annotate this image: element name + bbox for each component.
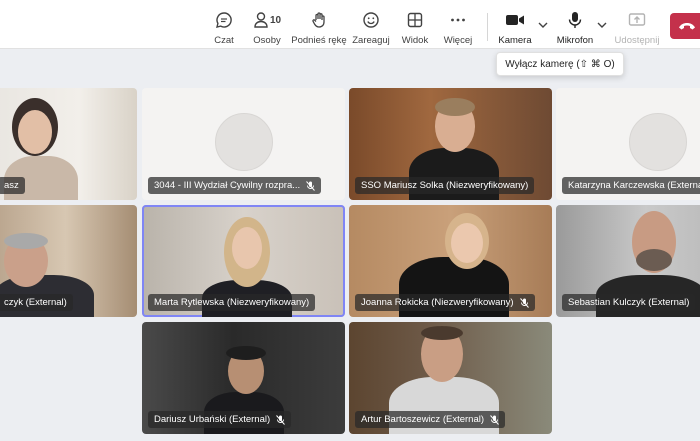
- participant-name: asz: [4, 180, 19, 191]
- video-tile[interactable]: Marta Rytlewska (Niezweryfikowany): [142, 205, 345, 317]
- leave-call-button[interactable]: [670, 13, 700, 39]
- video-tile[interactable]: Sebastian Kulczyk (External): [556, 205, 700, 317]
- participant-name-tag: 3044 - III Wydział Cywilny rozpra...: [148, 177, 322, 194]
- chat-label: Czat: [214, 35, 234, 46]
- camera-label: Kamera: [498, 35, 532, 46]
- participant-name: 3044 - III Wydział Cywilny rozpra...: [154, 180, 301, 191]
- mic-muted-icon: [519, 297, 529, 308]
- participant-name-tag: Marta Rytlewska (Niezweryfikowany): [148, 294, 316, 311]
- people-count: 10: [269, 14, 282, 26]
- camera-tooltip: Wyłącz kamerę (⇧ ⌘ O): [496, 52, 624, 76]
- people-icon: [254, 12, 268, 28]
- hand-icon: [310, 10, 328, 30]
- mic-muted-icon: [306, 180, 316, 191]
- camera-button[interactable]: Kamera: [485, 10, 545, 46]
- raise-hand-button[interactable]: Podnieś rękę: [289, 10, 349, 46]
- participant-name-tag: czyk (External): [0, 294, 73, 311]
- people-button[interactable]: 10 Osoby: [237, 10, 297, 46]
- microphone-label: Mikrofon: [556, 35, 594, 46]
- more-button[interactable]: Więcej: [428, 10, 488, 46]
- grid-view-icon: [406, 10, 424, 30]
- video-tile[interactable]: Dariusz Urbański (External): [142, 322, 345, 434]
- more-label: Więcej: [443, 35, 473, 46]
- video-tile[interactable]: czyk (External): [0, 205, 137, 317]
- video-tile[interactable]: 3044 - III Wydział Cywilny rozpra...: [142, 88, 345, 200]
- share-screen-icon: [628, 10, 646, 30]
- participant-name: Artur Bartoszewicz (External): [361, 414, 485, 425]
- emoji-icon: [362, 10, 380, 30]
- participant-name: Dariusz Urbański (External): [154, 414, 271, 425]
- participant-name-tag: Joanna Rokicka (Niezweryfikowany): [355, 294, 535, 311]
- raise-hand-label: Podnieś rękę: [291, 35, 347, 46]
- participant-name-tag: Sebastian Kulczyk (External): [562, 294, 696, 311]
- participant-name: Katarzyna Karczewska (External): [568, 180, 700, 191]
- people-label: Osoby: [253, 35, 281, 46]
- share-button[interactable]: Udostępnij: [607, 10, 667, 46]
- video-tile[interactable]: asz: [0, 88, 137, 200]
- avatar: [629, 113, 687, 171]
- participant-name-tag: Artur Bartoszewicz (External): [355, 411, 506, 428]
- view-label: Widok: [401, 35, 429, 46]
- video-camera-icon: [505, 10, 525, 30]
- video-tile[interactable]: Artur Bartoszewicz (External): [349, 322, 552, 434]
- participant-name: SSO Mariusz Solka (Niezweryfikowany): [361, 180, 529, 191]
- more-dots-icon: [449, 10, 467, 30]
- chat-icon: [215, 10, 233, 30]
- video-tile[interactable]: Joanna Rokicka (Niezweryfikowany): [349, 205, 552, 317]
- participant-name: Sebastian Kulczyk (External): [568, 297, 690, 308]
- participant-name-tag: Dariusz Urbański (External): [148, 411, 292, 428]
- share-label: Udostępnij: [614, 35, 660, 46]
- hang-up-phone-icon: [679, 23, 695, 30]
- participant-name-tag: asz: [0, 177, 25, 194]
- people-icon-group: 10: [253, 10, 281, 30]
- participant-name-tag: Katarzyna Karczewska (External): [562, 177, 700, 194]
- meeting-toolbar: Czat 10 Osoby Podnieś rękę Zareaguj Wido…: [0, 0, 700, 49]
- participant-name: Joanna Rokicka (Niezweryfikowany): [361, 297, 514, 308]
- tooltip-text: Wyłącz kamerę (⇧ ⌘ O): [505, 58, 615, 70]
- participant-name: Marta Rytlewska (Niezweryfikowany): [154, 297, 310, 308]
- video-tile[interactable]: Katarzyna Karczewska (External): [556, 88, 700, 200]
- participant-name-tag: SSO Mariusz Solka (Niezweryfikowany): [355, 177, 535, 194]
- mic-muted-icon: [276, 414, 286, 425]
- video-tile[interactable]: SSO Mariusz Solka (Niezweryfikowany): [349, 88, 552, 200]
- participant-name: czyk (External): [4, 297, 67, 308]
- avatar: [215, 113, 273, 171]
- microphone-icon: [567, 10, 583, 30]
- mic-muted-icon: [490, 414, 499, 425]
